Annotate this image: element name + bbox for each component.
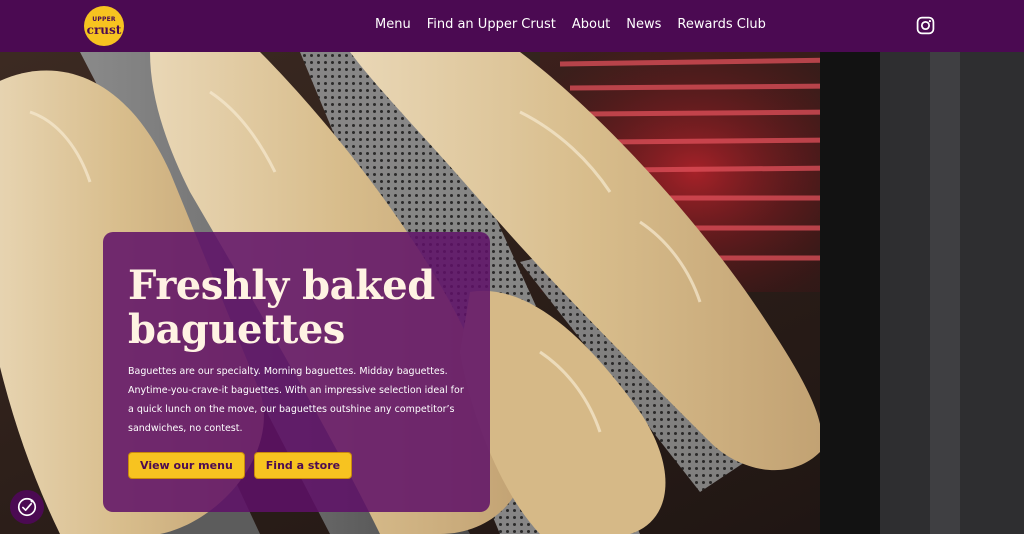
nav-item-news[interactable]: News	[626, 17, 661, 32]
nav-item-about[interactable]: About	[572, 17, 610, 32]
accessibility-button[interactable]	[10, 490, 44, 524]
logo-text-crust: crust	[86, 22, 122, 37]
accessibility-icon	[17, 497, 37, 517]
instagram-icon[interactable]	[916, 16, 935, 35]
hero-body-text: Baguettes are our specialty. Morning bag…	[128, 366, 464, 434]
nav-item-menu[interactable]: Menu	[375, 17, 411, 32]
hero-buttons: View our menu Find a store	[128, 452, 353, 479]
view-our-menu-button[interactable]: View our menu	[128, 452, 245, 479]
main-nav: Menu Find an Upper Crust About News Rewa…	[375, 17, 766, 32]
hero-section: Freshly baked baguettes Baguettes are ou…	[0, 52, 1024, 534]
top-navigation-bar: UPPER crust Menu Find an Upper Crust Abo…	[0, 0, 1024, 52]
upper-crust-logo[interactable]: UPPER crust	[84, 6, 124, 46]
hero-card: Freshly baked baguettes Baguettes are ou…	[103, 232, 490, 512]
find-a-store-button[interactable]: Find a store	[253, 452, 353, 479]
hero-headline: Freshly baked baguettes	[128, 262, 435, 353]
nav-item-find-an-upper-crust[interactable]: Find an Upper Crust	[427, 17, 556, 32]
logo-text-upper: UPPER	[92, 15, 116, 23]
nav-item-rewards-club[interactable]: Rewards Club	[677, 17, 766, 32]
